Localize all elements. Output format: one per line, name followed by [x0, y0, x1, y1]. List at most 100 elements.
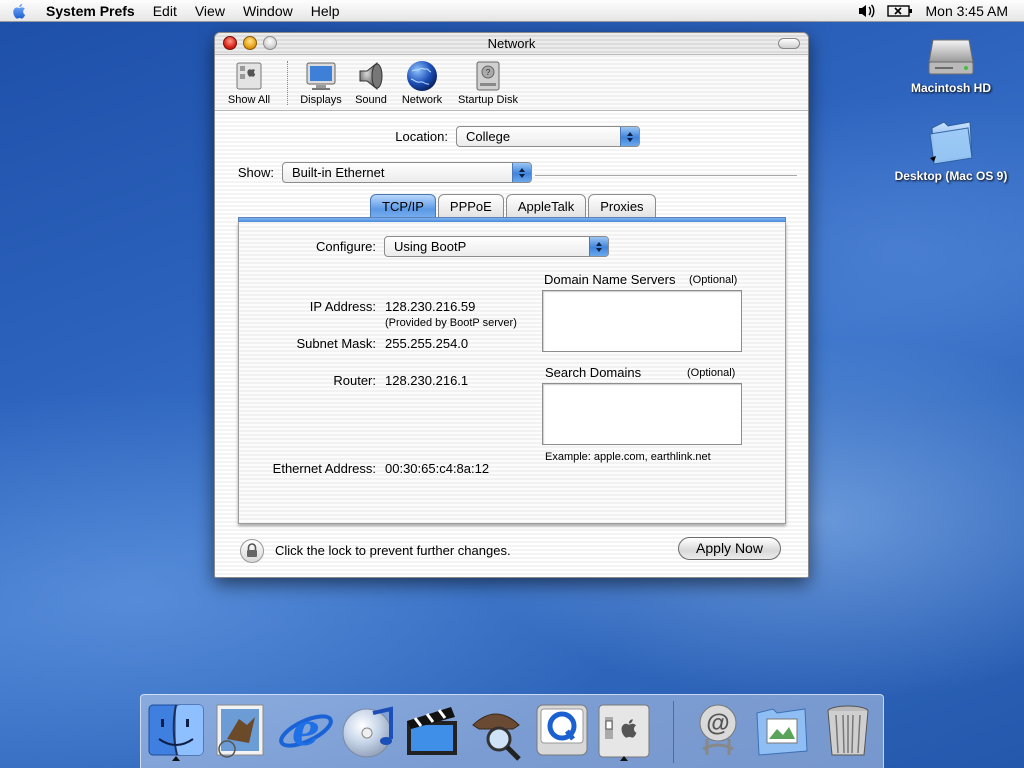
desktop-icon-macintosh-hd[interactable]: Macintosh HD — [886, 32, 1016, 95]
subnet-mask-label: Subnet Mask: — [296, 336, 377, 351]
network-globe-icon — [407, 61, 437, 91]
running-indicator — [620, 756, 628, 761]
desktop-icon-label: Macintosh HD — [910, 81, 991, 95]
router-value: 128.230.216.1 — [385, 373, 469, 388]
toolbar-label: Network — [401, 94, 443, 106]
ethernet-address-value: 00:30:65:c4:8a:12 — [385, 461, 490, 476]
dock-documents-folder[interactable] — [751, 699, 813, 761]
svg-text:e: e — [292, 705, 320, 756]
configure-popup[interactable]: Using BootP — [384, 236, 609, 257]
location-label: Location: — [395, 129, 448, 144]
dns-optional-label: (Optional) — [689, 274, 738, 286]
dock-itunes[interactable] — [339, 699, 401, 761]
tab-tcpip[interactable]: TCP/IP — [370, 194, 436, 219]
window-title: Network — [487, 36, 536, 51]
dns-servers-field[interactable] — [542, 290, 742, 352]
popup-arrows-icon — [620, 127, 639, 146]
battery-icon[interactable] — [882, 0, 918, 22]
window-titlebar[interactable]: Network — [215, 33, 808, 55]
dock-finder[interactable] — [145, 699, 207, 761]
dock-trash[interactable] — [817, 699, 879, 761]
sherlock-icon — [472, 713, 521, 761]
show-label: Show: — [237, 165, 274, 180]
toolbar-toggle-button[interactable] — [778, 38, 800, 49]
menubar-clock[interactable]: Mon 3:45 AM — [918, 0, 1024, 22]
dock-quicktime[interactable] — [531, 699, 593, 761]
dns-label: Domain Name Servers — [544, 272, 676, 287]
ip-address-note: (Provided by BootP server) — [385, 317, 517, 329]
prefs-toolbar: Show All Displays Sound Network ? Startu… — [215, 55, 808, 111]
dock-sherlock[interactable] — [465, 699, 527, 761]
location-popup[interactable]: College — [456, 126, 640, 147]
tab-appletalk[interactable]: AppleTalk — [505, 194, 587, 219]
dock: e @ — [140, 694, 884, 768]
internet-explorer-icon: e — [279, 705, 333, 756]
dock-system-preferences[interactable] — [593, 699, 655, 761]
imovie-icon — [407, 707, 457, 755]
ip-address-label: IP Address: — [309, 299, 376, 314]
configure-value: Using BootP — [394, 239, 467, 254]
lock-button[interactable] — [240, 539, 264, 563]
popup-arrows-icon — [589, 237, 608, 256]
toolbar-startup-disk[interactable]: ? Startup Disk — [453, 59, 523, 106]
toolbar-label: Show All — [227, 94, 271, 106]
dock-imovie[interactable] — [401, 699, 463, 761]
toolbar-label: Displays — [300, 94, 342, 106]
menu-window[interactable]: Window — [234, 0, 302, 22]
toolbar-label: Sound — [355, 94, 387, 106]
trash-icon — [827, 705, 869, 756]
show-all-icon — [236, 62, 262, 90]
toolbar-network[interactable]: Network — [397, 59, 447, 106]
configure-label: Configure: — [316, 239, 376, 254]
lock-icon — [247, 543, 257, 557]
toolbar-sound[interactable]: Sound — [349, 59, 393, 106]
folder-icon — [929, 121, 973, 165]
show-popup[interactable]: Built-in Ethernet — [282, 162, 532, 183]
search-domains-example: Example: apple.com, earthlink.net — [545, 451, 711, 463]
hard-drive-icon — [928, 39, 974, 75]
search-domains-field[interactable] — [542, 383, 742, 445]
separator-line — [535, 175, 797, 177]
toolbar-show-all[interactable]: Show All — [221, 59, 277, 106]
toolbar-label: Startup Disk — [458, 94, 518, 106]
location-value: College — [466, 129, 511, 144]
toolbar-displays[interactable]: Displays — [297, 59, 345, 106]
mail-icon — [216, 704, 264, 758]
running-indicator — [172, 756, 180, 761]
show-value: Built-in Ethernet — [292, 165, 385, 180]
menu-help[interactable]: Help — [302, 0, 349, 22]
apple-menu-icon[interactable] — [0, 0, 40, 22]
search-domains-optional-label: (Optional) — [687, 367, 736, 379]
ethernet-address-label: Ethernet Address: — [272, 461, 376, 476]
search-domains-label: Search Domains — [545, 365, 642, 380]
svg-text:?: ? — [486, 68, 491, 77]
toolbar-separator — [287, 61, 288, 105]
network-preferences-window: Network Show All Displays Sound Network … — [214, 32, 809, 578]
startup-disk-icon: ? — [476, 61, 500, 91]
apply-now-button[interactable]: Apply Now — [678, 537, 781, 560]
system-preferences-icon — [598, 704, 650, 758]
dock-internet-explorer[interactable]: e — [275, 699, 337, 761]
mail-at-icon: @ — [699, 704, 737, 755]
ip-address-value: 128.230.216.59 — [385, 299, 476, 314]
subnet-mask-value: 255.255.254.0 — [385, 336, 469, 351]
desktop-icon-mac-os-9[interactable]: Desktop (Mac OS 9) — [886, 118, 1016, 183]
dock-mail-at[interactable]: @ — [687, 699, 749, 761]
quicktime-icon — [536, 704, 588, 756]
speaker-icon — [359, 61, 383, 91]
documents-folder-icon — [756, 708, 808, 756]
finder-icon — [148, 704, 204, 756]
tab-proxies[interactable]: Proxies — [588, 194, 656, 219]
tab-pppoe[interactable]: PPPoE — [437, 194, 504, 219]
menu-app-name[interactable]: System Prefs — [40, 0, 144, 22]
router-label: Router: — [333, 373, 376, 388]
menu-view[interactable]: View — [186, 0, 234, 22]
popup-arrows-icon — [512, 163, 531, 182]
desktop-icon-label: Desktop (Mac OS 9) — [894, 169, 1008, 183]
dock-mail[interactable] — [209, 699, 271, 761]
volume-icon[interactable] — [852, 0, 882, 22]
svg-text:@: @ — [706, 710, 729, 737]
itunes-icon — [342, 706, 393, 758]
menu-edit[interactable]: Edit — [144, 0, 186, 22]
tab-bar: TCP/IP PPPoE AppleTalk Proxies — [370, 194, 658, 219]
